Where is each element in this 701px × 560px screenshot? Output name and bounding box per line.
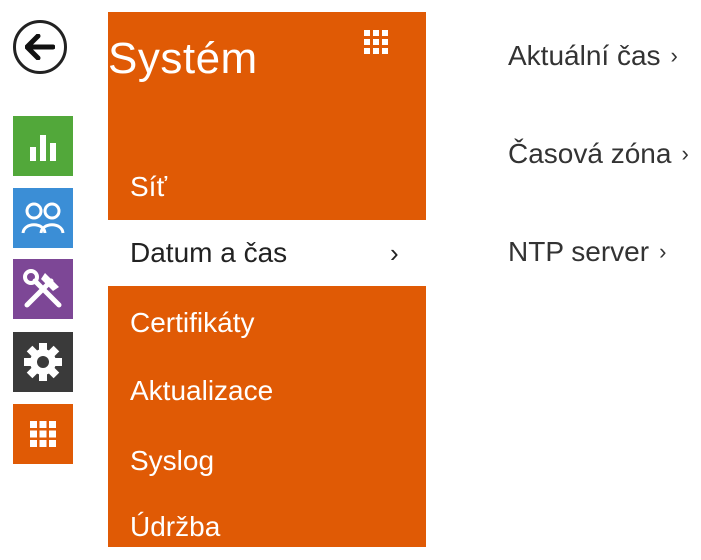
menu-item-label: Aktualizace bbox=[130, 375, 274, 406]
bar-chart-icon bbox=[30, 135, 56, 161]
chevron-right-icon: › bbox=[659, 239, 667, 264]
menu-item-certificates[interactable]: Certifikáty bbox=[108, 290, 426, 356]
rail-item-system[interactable] bbox=[13, 404, 73, 464]
menu-item-label: Síť bbox=[130, 171, 167, 202]
chevron-right-icon: › bbox=[681, 141, 689, 166]
menu-item-label: Certifikáty bbox=[130, 307, 255, 338]
menu-item-label: Datum a čas bbox=[130, 237, 288, 268]
menu-item-label: Údržba bbox=[130, 511, 221, 542]
subnav-label: Aktuální čas bbox=[508, 40, 661, 71]
menu-item-label: Syslog bbox=[130, 445, 215, 476]
subnav-current-time[interactable]: Aktuální čas › bbox=[508, 40, 678, 72]
system-menu-panel: Systém Síť Datum a čas › Certifikáty Akt… bbox=[108, 12, 426, 547]
tools-icon bbox=[23, 269, 62, 308]
rail-item-services[interactable] bbox=[13, 332, 73, 392]
rail-item-status[interactable] bbox=[13, 116, 73, 176]
menu-item-syslog[interactable]: Syslog bbox=[108, 428, 426, 494]
chevron-right-icon: › bbox=[390, 237, 399, 268]
rail-item-users[interactable] bbox=[13, 188, 73, 248]
menu-item-date-time[interactable]: Datum a čas › bbox=[108, 220, 426, 286]
subnav-ntp-server[interactable]: NTP server › bbox=[508, 236, 666, 268]
menu-item-updates[interactable]: Aktualizace bbox=[108, 358, 426, 424]
chevron-right-icon: › bbox=[670, 43, 678, 68]
grid-icon bbox=[30, 421, 56, 447]
grid-icon[interactable] bbox=[364, 30, 388, 59]
menu-item-maintenance[interactable]: Údržba bbox=[108, 494, 426, 560]
menu-item-network[interactable]: Síť bbox=[108, 154, 426, 220]
users-icon bbox=[21, 202, 65, 234]
panel-title: Systém bbox=[108, 34, 258, 83]
subnav-label: Časová zóna bbox=[508, 138, 672, 169]
rail-item-hardware[interactable] bbox=[13, 259, 73, 319]
arrow-left-icon bbox=[25, 34, 55, 60]
subnav-label: NTP server bbox=[508, 236, 650, 267]
gear-icon bbox=[24, 343, 62, 381]
subnav-time-zone[interactable]: Časová zóna › bbox=[508, 138, 689, 170]
back-button[interactable] bbox=[13, 20, 67, 74]
